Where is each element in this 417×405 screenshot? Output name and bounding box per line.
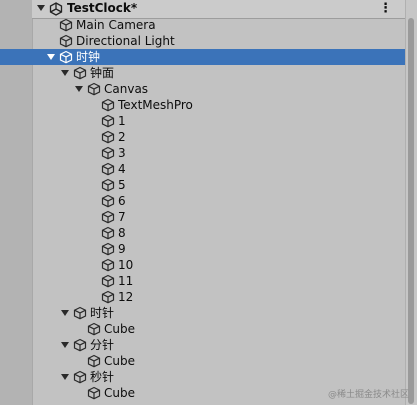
expand-arrow-down-icon[interactable] (74, 84, 84, 94)
cube-icon (101, 98, 115, 112)
cube-icon (101, 290, 115, 304)
hierarchy-row[interactable]: 9 (32, 241, 406, 257)
hierarchy-row-label: 6 (118, 194, 126, 208)
cube-icon (101, 258, 115, 272)
cube-icon (101, 210, 115, 224)
hierarchy-row-label: Cube (104, 322, 135, 336)
hierarchy-row-label: Cube (104, 354, 135, 368)
hierarchy-row[interactable]: 7 (32, 209, 406, 225)
scene-menu-button[interactable]: ⋮ (379, 1, 392, 16)
hierarchy-row[interactable]: 1 (32, 113, 406, 129)
hierarchy-row-label: TextMeshPro (118, 98, 193, 112)
cube-icon (73, 66, 87, 80)
vertical-scrollbar[interactable] (405, 0, 417, 405)
hierarchy-row-label: Cube (104, 386, 135, 400)
scrollbar-thumb[interactable] (408, 18, 414, 404)
cube-icon (101, 178, 115, 192)
cube-icon (101, 162, 115, 176)
expand-arrow-down-icon[interactable] (60, 68, 70, 78)
cube-icon (73, 306, 87, 320)
hierarchy-row-label: 4 (118, 162, 126, 176)
hierarchy-row-label: Main Camera (76, 18, 156, 32)
expand-arrow-down-icon[interactable] (60, 372, 70, 382)
hierarchy-row-label: 秒针 (90, 370, 115, 384)
hierarchy-row[interactable]: 钟面 (32, 65, 406, 81)
cube-icon (101, 274, 115, 288)
cube-icon (101, 114, 115, 128)
hierarchy-row[interactable]: Directional Light (32, 33, 406, 49)
cube-icon (101, 194, 115, 208)
hierarchy-row-label: 10 (118, 258, 134, 272)
hierarchy-row[interactable]: Main Camera (32, 17, 406, 33)
hierarchy-row-label: Directional Light (76, 34, 175, 48)
hierarchy-row[interactable]: 分针 (32, 337, 406, 353)
cube-icon (59, 18, 73, 32)
cube-icon (101, 146, 115, 160)
hierarchy-row[interactable]: Cube (32, 353, 406, 369)
cube-icon (87, 322, 101, 336)
hierarchy-row-label: 1 (118, 114, 126, 128)
hierarchy-row[interactable]: 5 (32, 177, 406, 193)
cube-icon (101, 226, 115, 240)
hierarchy-row-label: 时针 (90, 306, 115, 320)
hierarchy-row[interactable]: 时针 (32, 305, 406, 321)
hierarchy-row-label: 9 (118, 242, 126, 256)
hierarchy-row[interactable]: 12 (32, 289, 406, 305)
hierarchy-row-label: 3 (118, 146, 126, 160)
hierarchy-row[interactable]: TextMeshPro (32, 97, 406, 113)
scene-title: TestClock* (67, 1, 138, 15)
watermark: @稀土掘金技术社区 (327, 390, 409, 400)
chevron-down-icon[interactable] (35, 2, 47, 14)
hierarchy-row-label: 时钟 (76, 50, 101, 64)
hierarchy-row-label: 12 (118, 290, 134, 304)
cube-icon (59, 34, 73, 48)
hierarchy-row-label: 分针 (90, 338, 115, 352)
expand-arrow-down-icon[interactable] (60, 308, 70, 318)
unity-icon (49, 2, 63, 16)
hierarchy-row[interactable]: 时钟 (0, 49, 406, 65)
hierarchy-row[interactable]: 11 (32, 273, 406, 289)
cube-icon (59, 50, 73, 64)
hierarchy-row[interactable]: 6 (32, 193, 406, 209)
expand-arrow-down-icon[interactable] (46, 52, 56, 62)
hierarchy-row-label: 11 (118, 274, 134, 288)
hierarchy-row[interactable]: Cube (32, 321, 406, 337)
cube-icon (101, 130, 115, 144)
hierarchy-row[interactable]: 10 (32, 257, 406, 273)
hierarchy-row-label: 2 (118, 130, 126, 144)
hierarchy-row[interactable]: 8 (32, 225, 406, 241)
cube-icon (87, 82, 101, 96)
hierarchy-row[interactable]: 秒针 (32, 369, 406, 385)
expand-arrow-down-icon[interactable] (60, 340, 70, 350)
hierarchy-row-label: 钟面 (90, 66, 115, 80)
hierarchy-row[interactable]: 3 (32, 145, 406, 161)
hierarchy-row[interactable]: Canvas (32, 81, 406, 97)
hierarchy-row-label: 8 (118, 226, 126, 240)
hierarchy-row-label: 5 (118, 178, 126, 192)
hierarchy-row[interactable]: 2 (32, 129, 406, 145)
cube-icon (87, 386, 101, 400)
cube-icon (101, 242, 115, 256)
hierarchy-row[interactable]: 4 (32, 161, 406, 177)
hierarchy-row-label: 7 (118, 210, 126, 224)
cube-icon (73, 370, 87, 384)
cube-icon (87, 354, 101, 368)
cube-icon (73, 338, 87, 352)
hierarchy-row-label: Canvas (104, 82, 149, 96)
